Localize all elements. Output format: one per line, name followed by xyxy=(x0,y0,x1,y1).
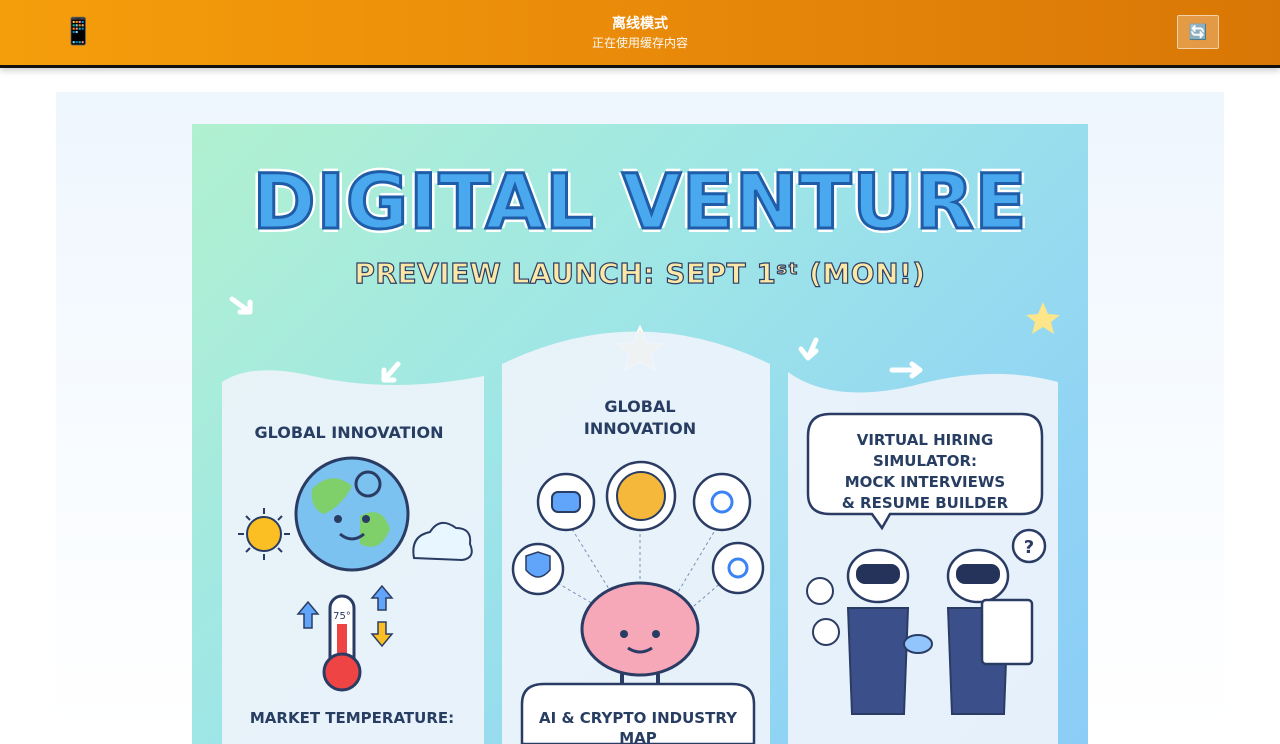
poster-heading: DIGITAL VENTURE xyxy=(192,160,1088,244)
event-poster-image: 75° xyxy=(192,124,1088,744)
launch-date: PREVIEW LAUNCH: SEPT 1ˢᵗ (MON!) xyxy=(192,254,1088,294)
thermometer-label: 75° xyxy=(333,611,351,622)
banner-text: 离线模式 正在使用缓存内容 xyxy=(0,14,1280,51)
middle-panel-title-line2: INNOVATION xyxy=(552,418,728,440)
bubble-line2: MOCK INTERVIEWS xyxy=(808,472,1042,493)
bubble-line1: VIRTUAL HIRING SIMULATOR: xyxy=(808,430,1042,472)
middle-panel-title-line1: GLOBAL xyxy=(552,396,728,418)
market-temperature-label: MARKET TEMPERATURE: xyxy=(232,708,472,728)
content-area: 75° xyxy=(56,92,1224,732)
microphone-icon xyxy=(813,619,839,645)
offline-banner: 📱 离线模式 正在使用缓存内容 🔄 xyxy=(0,0,1280,68)
bubble-line3: & RESUME BUILDER xyxy=(808,493,1042,514)
thermometer-icon: 75° xyxy=(324,596,360,690)
middle-panel xyxy=(502,332,770,744)
refresh-button[interactable]: 🔄 xyxy=(1177,15,1219,49)
molecule-icon xyxy=(713,543,763,593)
star-icon xyxy=(1026,302,1060,334)
middle-panel-title: GLOBAL INNOVATION xyxy=(552,396,728,440)
banner-title: 离线模式 xyxy=(0,14,1280,32)
microphone-icon xyxy=(807,578,833,604)
left-panel-title: GLOBAL INNOVATION xyxy=(254,422,444,444)
industry-map-label: AI & CRYPTO INDUSTRY MAP xyxy=(522,708,754,744)
smiling-earth-illustration xyxy=(296,458,408,570)
banner-subtitle: 正在使用缓存内容 xyxy=(0,35,1280,51)
hiring-simulator-text: VIRTUAL HIRING SIMULATOR: MOCK INTERVIEW… xyxy=(808,430,1042,514)
network-icon xyxy=(694,474,750,530)
svg-text:?: ? xyxy=(1024,537,1034,558)
refresh-icon: 🔄 xyxy=(1189,25,1208,40)
